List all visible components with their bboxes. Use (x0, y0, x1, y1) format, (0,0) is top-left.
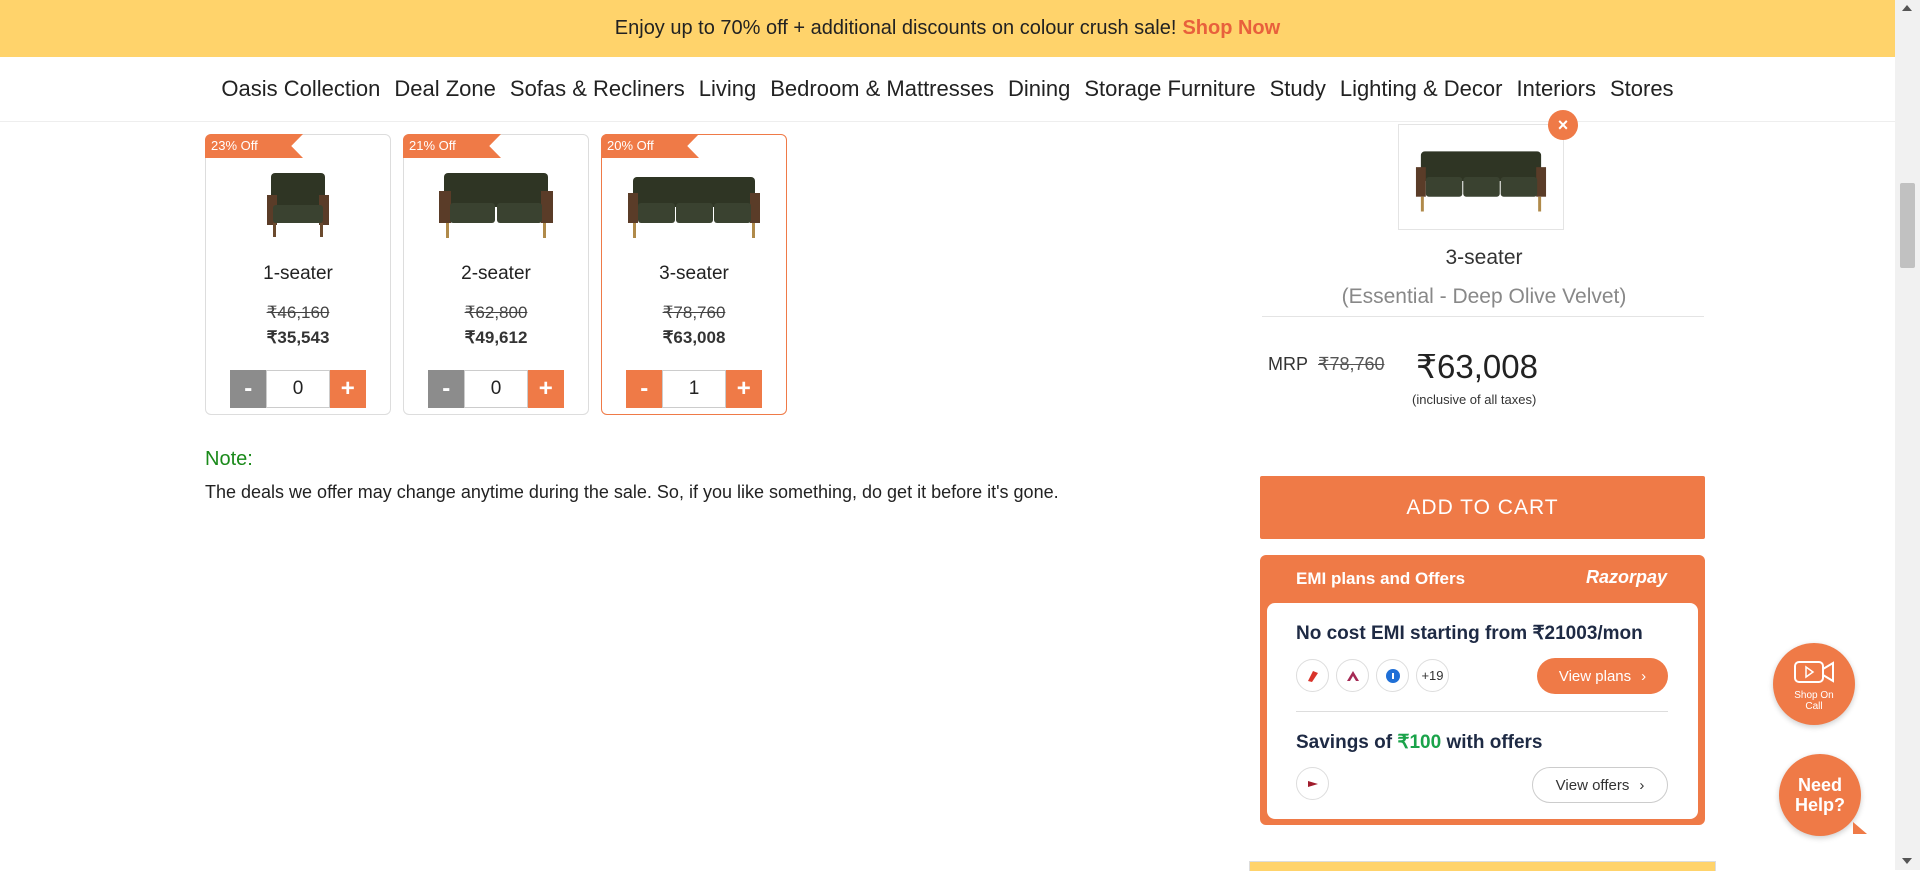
no-cost-emi-text: No cost EMI starting from ₹21003/mon (1296, 623, 1643, 644)
product-price: ₹49,612 (464, 328, 528, 347)
note-title: Note: (205, 448, 253, 470)
shop-now-link[interactable]: Shop Now (1182, 17, 1280, 40)
selected-product-name: 3-seater (1445, 246, 1523, 269)
nav-item-living[interactable]: Living (692, 76, 763, 102)
product-price: ₹35,543 (266, 328, 330, 347)
bank-logo-icon (1336, 659, 1369, 692)
selected-product-variant: (Essential - Deep Olive Velvet) (1341, 285, 1627, 308)
scroll-up-arrow-icon[interactable] (1902, 5, 1912, 11)
product-card-1-seater[interactable]: 23% Off 1-seater ₹46,160 ₹35,543 - 0 + (205, 134, 391, 415)
nav-item-study[interactable]: Study (1263, 76, 1333, 102)
divider (1262, 316, 1704, 317)
nav-item-dining[interactable]: Dining (1001, 76, 1077, 102)
page-scrollbar[interactable] (1895, 0, 1920, 870)
mrp-value: ₹78,760 (1318, 354, 1385, 374)
increment-button[interactable]: + (725, 370, 762, 408)
product-name: 2-seater (461, 263, 531, 284)
discount-badge: 23% Off (205, 134, 303, 158)
divider (1296, 711, 1668, 712)
offer-bank-logo-icon (1296, 767, 1329, 800)
decrement-button[interactable]: - (428, 370, 465, 408)
promo-banner: Enjoy up to 70% off + additional discoun… (0, 0, 1895, 57)
add-to-cart-button[interactable]: ADD TO CART (1260, 476, 1705, 539)
chevron-right-icon: › (1639, 776, 1645, 794)
nav-item-deal-zone[interactable]: Deal Zone (387, 76, 503, 102)
decrement-button[interactable]: - (230, 370, 267, 408)
final-price: ₹63,008 (1416, 348, 1538, 385)
chevron-right-icon: › (1641, 667, 1647, 685)
savings-prefix: Savings of (1296, 732, 1393, 753)
savings-text: Savings of ₹100 with offers (1296, 731, 1543, 754)
increment-button[interactable]: + (527, 370, 564, 408)
emi-card: No cost EMI starting from ₹21003/mon +19… (1267, 603, 1698, 819)
quantity-stepper: - 1 + (626, 370, 762, 408)
shop-on-call-button[interactable]: Shop On Call (1773, 643, 1855, 725)
product-old-price: ₹46,160 (266, 303, 330, 322)
scroll-down-arrow-icon[interactable] (1902, 858, 1912, 864)
view-plans-label: View plans (1558, 667, 1632, 685)
discount-badge: 20% Off (601, 134, 699, 158)
scrollbar-thumb[interactable] (1900, 183, 1915, 268)
sofa-3-seater-image (602, 163, 786, 243)
note-text: The deals we offer may change anytime du… (205, 482, 1059, 502)
savings-suffix: with offers (1446, 732, 1543, 753)
sofa-1-seater-image (206, 163, 390, 243)
quantity-stepper: - 0 + (428, 370, 564, 408)
quantity-input[interactable]: 0 (266, 370, 330, 408)
quantity-input[interactable]: 1 (662, 370, 726, 408)
product-card-2-seater[interactable]: 21% Off 2-seater ₹62,800 ₹49,612 - 0 + (403, 134, 589, 415)
nav-item-bedroom-mattresses[interactable]: Bedroom & Mattresses (763, 76, 1001, 102)
product-card-3-seater[interactable]: 20% Off 3-seater ₹78,760 ₹63,008 - 1 + (601, 134, 787, 415)
razorpay-logo: Razorpay (1585, 567, 1667, 587)
promo-text: Enjoy up to 70% off + additional discoun… (614, 17, 1177, 39)
product-old-price: ₹62,800 (464, 303, 528, 322)
quantity-stepper: - 0 + (230, 370, 366, 408)
emi-header: EMI plans and Offers (1296, 569, 1466, 588)
need-help-chat-button[interactable]: Need Help? (1779, 754, 1867, 836)
nav-item-lighting-decor[interactable]: Lighting & Decor (1333, 76, 1510, 102)
decrement-button[interactable]: - (626, 370, 663, 408)
nav-item-interiors[interactable]: Interiors (1509, 76, 1602, 102)
sofa-2-seater-image (404, 163, 588, 243)
view-plans-button[interactable]: View plans › (1537, 658, 1668, 694)
nav-item-storage-furniture[interactable]: Storage Furniture (1077, 76, 1262, 102)
view-offers-label: View offers (1555, 776, 1630, 794)
bank-logos: +19 (1296, 659, 1449, 692)
product-name: 3-seater (659, 263, 729, 284)
nav-item-oasis-collection[interactable]: Oasis Collection (214, 76, 387, 102)
increment-button[interactable]: + (329, 370, 366, 408)
more-banks-count[interactable]: +19 (1416, 659, 1449, 692)
product-old-price: ₹78,760 (662, 303, 726, 322)
nav-item-sofas-recliners[interactable]: Sofas & Recliners (503, 76, 692, 102)
product-price: ₹63,008 (662, 328, 726, 347)
video-call-icon (1773, 659, 1855, 688)
remove-selection-close-icon[interactable]: × (1548, 110, 1578, 140)
nav-item-stores[interactable]: Stores (1603, 76, 1681, 102)
need-help-label: Need Help? (1794, 775, 1845, 815)
shop-on-call-label: Shop On Call (1794, 690, 1834, 712)
discount-badge: 21% Off (403, 134, 501, 158)
bank-logo-icon (1296, 659, 1329, 692)
view-offers-button[interactable]: View offers › (1532, 767, 1668, 803)
savings-amount: ₹100 (1397, 732, 1442, 753)
product-name: 1-seater (263, 263, 333, 284)
selected-product-thumbnail (1398, 124, 1564, 230)
emi-offers-panel: EMI plans and Offers Razorpay No cost EM… (1260, 555, 1705, 825)
tax-note: (inclusive of all taxes) (1412, 392, 1537, 407)
mrp-label: MRP (1268, 354, 1308, 374)
main-nav: Oasis Collection Deal Zone Sofas & Recli… (0, 57, 1895, 122)
bank-logo-icon (1376, 659, 1409, 692)
quantity-input[interactable]: 0 (464, 370, 528, 408)
